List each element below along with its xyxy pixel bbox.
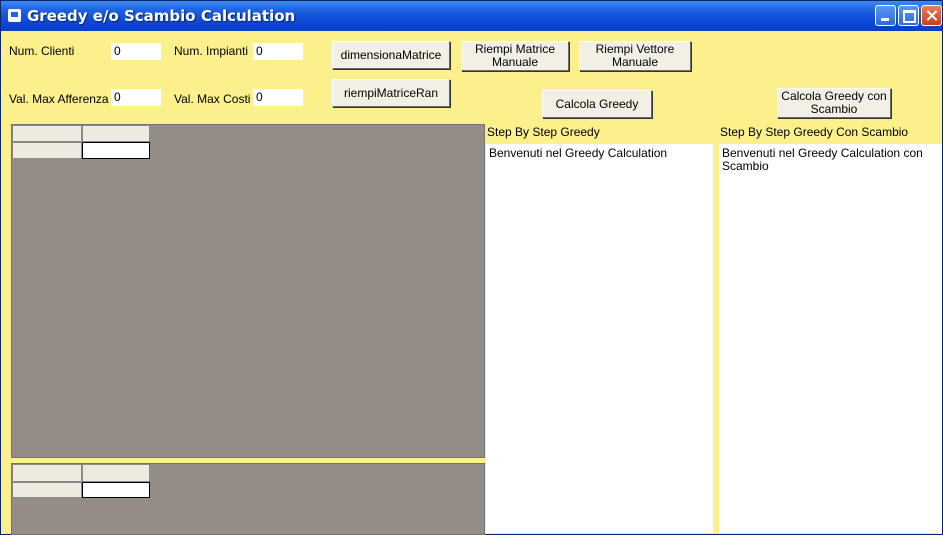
vector-data-cell[interactable] xyxy=(82,482,150,498)
vector-row-header xyxy=(12,482,82,498)
app-icon xyxy=(8,9,21,22)
val-max-afferenza-field[interactable] xyxy=(111,89,161,106)
num-impianti-label: Num. Impianti xyxy=(174,44,249,58)
minimize-icon[interactable] xyxy=(875,5,896,26)
riempi-vettore-manuale-button[interactable]: Riempi Vettore Manuale xyxy=(579,41,691,71)
matrix-grid[interactable] xyxy=(11,124,485,458)
maximize-icon[interactable] xyxy=(898,5,919,26)
val-max-costi-label: Val. Max Costi xyxy=(174,92,251,106)
scambio-panel-label: Step By Step Greedy Con Scambio xyxy=(720,125,909,139)
scambio-log-textbox[interactable]: Benvenuti nel Greedy Calculation con Sca… xyxy=(719,144,942,533)
grid-data-cell[interactable] xyxy=(82,142,150,159)
grid-corner-cell xyxy=(12,125,82,142)
val-max-costi-field[interactable] xyxy=(253,89,303,106)
num-clienti-label: Num. Clienti xyxy=(9,44,75,58)
title-bar[interactable]: Greedy e/o Scambio Calculation xyxy=(1,1,942,31)
grid-column-header xyxy=(82,125,150,142)
riempi-matrice-manuale-button[interactable]: Riempi Matrice Manuale xyxy=(461,41,569,71)
vector-column-header xyxy=(82,464,150,482)
grid-row-header xyxy=(12,142,82,159)
app-window: Greedy e/o Scambio Calculation Num. Clie… xyxy=(0,0,943,535)
val-max-afferenza-label: Val. Max Afferenza xyxy=(9,92,109,106)
num-clienti-field[interactable] xyxy=(111,43,161,60)
calcola-greedy-scambio-button[interactable]: Calcola Greedy con Scambio xyxy=(777,88,891,118)
greedy-panel-label: Step By Step Greedy xyxy=(487,125,600,139)
greedy-log-textbox[interactable]: Benvenuti nel Greedy Calculation xyxy=(486,144,713,533)
window-title: Greedy e/o Scambio Calculation xyxy=(27,7,296,25)
num-impianti-field[interactable] xyxy=(253,43,303,60)
close-icon[interactable] xyxy=(921,5,942,26)
calcola-greedy-button[interactable]: Calcola Greedy xyxy=(542,90,652,118)
vector-corner-cell xyxy=(12,464,82,482)
dimensiona-matrice-button[interactable]: dimensionaMatrice xyxy=(332,41,450,69)
vector-grid[interactable] xyxy=(11,463,485,535)
riempi-matrice-ran-button[interactable]: riempiMatriceRan xyxy=(332,79,450,107)
